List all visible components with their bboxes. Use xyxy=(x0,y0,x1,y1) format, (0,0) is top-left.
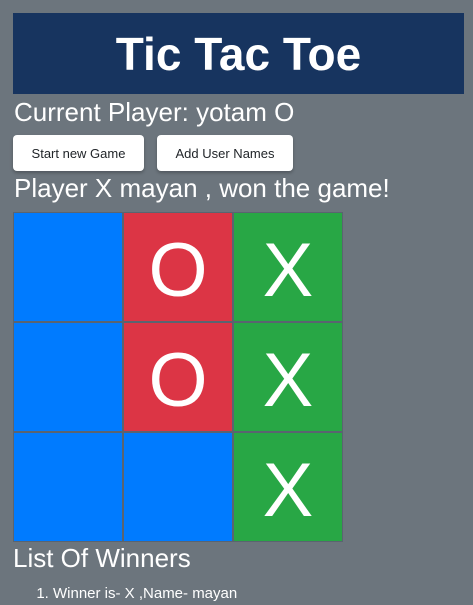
cell-mark: O xyxy=(148,338,208,423)
game-status: Player X mayan , won the game! xyxy=(14,173,390,203)
winners-list-title: List Of Winners xyxy=(13,543,191,573)
cell-mark: O xyxy=(148,228,208,313)
title-bar: Tic Tac Toe xyxy=(13,13,464,94)
page-title: Tic Tac Toe xyxy=(115,27,362,80)
cell-mark: X xyxy=(262,338,314,423)
board-cell-2-1[interactable] xyxy=(123,432,233,542)
list-item: Winner is- X ,Name- mayan xyxy=(53,583,237,605)
cell-mark: X xyxy=(262,448,314,533)
game-board: O X O X X xyxy=(13,212,343,542)
board-cell-2-0[interactable] xyxy=(13,432,123,542)
board-cell-0-2[interactable]: X xyxy=(233,212,343,322)
start-new-game-button[interactable]: Start new Game xyxy=(13,135,144,171)
board-cell-1-2[interactable]: X xyxy=(233,322,343,432)
board-cell-2-2[interactable]: X xyxy=(233,432,343,542)
board-cell-1-0[interactable] xyxy=(13,322,123,432)
winners-list: Winner is- X ,Name- mayan xyxy=(0,583,237,605)
board-cell-0-0[interactable] xyxy=(13,212,123,322)
board-cell-0-1[interactable]: O xyxy=(123,212,233,322)
board-cell-1-1[interactable]: O xyxy=(123,322,233,432)
cell-mark: X xyxy=(262,228,314,313)
add-user-names-button[interactable]: Add User Names xyxy=(157,135,293,171)
current-player-label: Current Player: yotam O xyxy=(14,97,295,127)
